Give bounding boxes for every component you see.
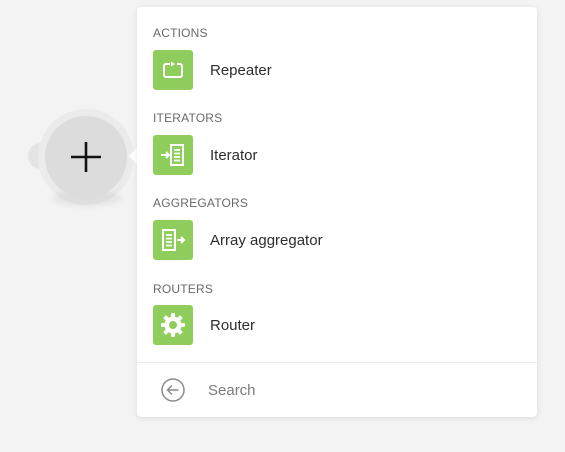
repeat-icon [163,61,183,78]
menu-item-label: Router [210,316,256,334]
section-heading-iterators: ITERATORS [153,111,223,125]
back-button[interactable] [160,377,186,403]
plus-icon [71,142,101,172]
repeater-tile [153,50,193,90]
menu-item-label: Iterator [210,146,258,164]
scenario-canvas: ACTIONS Repeater ITERATORS Iterator AGGR… [0,0,565,452]
section-heading-aggregators: AGGREGATORS [153,196,249,210]
search-input[interactable] [208,381,508,399]
menu-item-array-aggregator[interactable]: Array aggregator [137,216,537,264]
section-heading-actions: ACTIONS [153,26,208,40]
menu-item-iterator[interactable]: Iterator [137,131,537,179]
menu-item-repeater[interactable]: Repeater [137,46,537,94]
gear-icon [161,313,185,337]
search-bar [137,363,537,417]
router-tile [153,305,193,345]
menu-item-label: Repeater [210,61,272,79]
arrow-left-circle-icon [161,378,185,402]
section-heading-routers: ROUTERS [153,282,214,296]
aggregator-tile [153,220,193,260]
iterator-tile [153,135,193,175]
iterator-icon [161,144,184,166]
menu-item-label: Array aggregator [210,231,323,249]
menu-item-router[interactable]: Router [137,301,537,349]
module-menu: ACTIONS Repeater ITERATORS Iterator AGGR… [137,7,537,417]
aggregator-icon [162,229,186,251]
add-module-button[interactable] [45,116,127,198]
